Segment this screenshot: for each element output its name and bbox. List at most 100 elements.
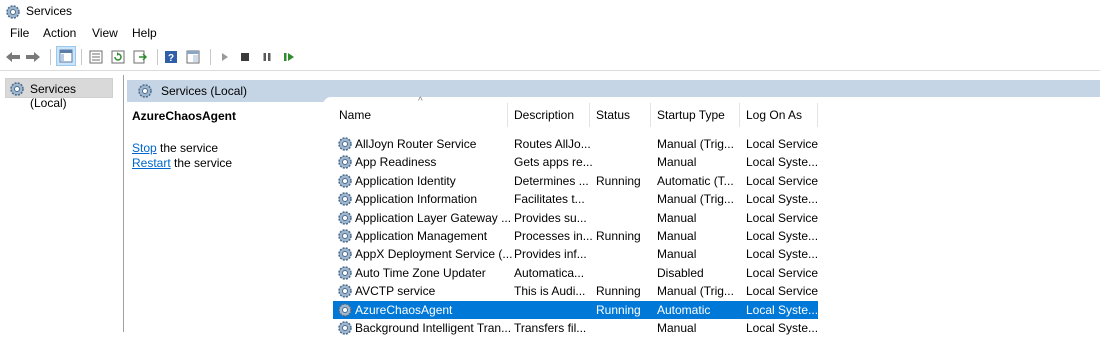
menu-bar: File Action View Help — [0, 24, 1100, 44]
service-description-cell: Facilitates t... — [514, 192, 585, 207]
service-logon-cell: Local Service — [746, 284, 818, 299]
service-description-cell: Provides inf... — [514, 247, 587, 262]
service-logon-cell: Local Syste... — [746, 192, 818, 207]
service-description-cell: This is Audi... — [514, 284, 586, 299]
toolbar-separator — [50, 49, 51, 65]
service-gear-icon — [337, 136, 353, 155]
service-startup-type-cell: Automatic (T... — [657, 173, 734, 188]
svg-text:?: ? — [168, 53, 174, 64]
stop-action: Stop the service — [132, 141, 218, 155]
service-row[interactable]: Background Intelligent Tran... Transfers … — [333, 319, 818, 337]
service-description-cell: Provides su... — [514, 210, 587, 225]
menu-file[interactable]: File — [10, 26, 29, 40]
service-description-cell: Determines ... — [514, 173, 589, 188]
service-logon-cell: Local Service — [746, 137, 818, 151]
service-description-cell: Automatica... — [514, 265, 585, 280]
service-status-cell: Running — [596, 229, 641, 243]
title-bar: Services — [0, 0, 1100, 24]
pause-service-icon[interactable] — [258, 48, 276, 66]
service-gear-icon — [337, 154, 353, 173]
service-startup-type-cell: Manual — [657, 247, 697, 262]
back-arrow-icon[interactable] — [4, 48, 22, 66]
service-startup-type-cell: Manual — [657, 229, 697, 243]
service-name-cell: Auto Time Zone Updater — [355, 265, 486, 280]
menu-help[interactable]: Help — [132, 26, 157, 40]
service-description-cell: Processes in... — [514, 229, 593, 243]
service-row[interactable]: AVCTP service This is Audi... Running Manua… — [333, 282, 818, 300]
service-startup-type-cell: Manual (Trig... — [657, 284, 734, 299]
service-gear-icon — [337, 210, 353, 229]
service-logon-cell: Local Syste... — [746, 229, 818, 243]
column-header-log-on-as[interactable]: Log On As — [740, 103, 818, 127]
service-logon-cell: Local Service — [746, 210, 818, 225]
service-startup-type-cell: Automatic — [657, 302, 711, 317]
service-name-cell: Application Information — [355, 192, 478, 207]
tree-node-label: Services (Local) — [30, 82, 77, 110]
window-title: Services — [26, 4, 73, 18]
service-startup-type-cell: Disabled — [657, 265, 704, 280]
service-status-cell: Running — [596, 284, 641, 299]
restart-service-icon[interactable] — [280, 48, 298, 66]
stop-action-text: the service — [156, 141, 219, 155]
service-row[interactable]: Application Layer Gateway ... Provides su… — [333, 209, 818, 227]
service-startup-type-cell: Manual (Trig... — [657, 137, 734, 151]
service-status-cell: Running — [596, 302, 641, 317]
service-logon-cell: Local Syste... — [746, 302, 818, 317]
service-name-cell: AzureChaosAgent — [355, 302, 453, 317]
properties-icon[interactable] — [87, 48, 105, 66]
service-gear-icon — [337, 191, 353, 210]
show-hide-tree-icon[interactable] — [56, 46, 76, 66]
service-name-cell: App Readiness — [355, 155, 437, 170]
service-name-cell: Application Management — [355, 229, 488, 243]
column-header-startup-type[interactable]: Startup Type — [651, 103, 740, 127]
service-startup-type-cell: Manual — [657, 321, 697, 335]
restart-service-link[interactable]: Restart — [132, 156, 171, 170]
stop-service-link[interactable]: Stop — [132, 141, 157, 155]
console-view-icon[interactable] — [184, 48, 202, 66]
service-gear-icon — [337, 246, 353, 265]
service-gear-icon — [337, 283, 353, 302]
start-service-icon[interactable] — [216, 48, 234, 66]
service-row[interactable]: AppX Deployment Service (... Provides inf… — [333, 245, 818, 263]
toolbar-separator — [81, 49, 82, 65]
service-logon-cell: Local Syste... — [746, 155, 818, 170]
service-row[interactable]: AllJoyn Router Service Routes AllJo... Man… — [333, 135, 818, 153]
column-header-name[interactable]: Name — [333, 103, 508, 127]
service-name-cell: AppX Deployment Service (... — [355, 247, 513, 262]
services-gear-icon — [9, 81, 25, 100]
export-list-icon[interactable] — [131, 48, 149, 66]
service-row[interactable]: Application Identity Determines ... Runnin… — [333, 172, 818, 190]
tree-node-services-local[interactable]: Services (Local) — [5, 78, 113, 110]
services-gear-icon — [137, 83, 153, 102]
menu-action[interactable]: Action — [43, 26, 76, 40]
service-logon-cell: Local Service — [746, 173, 818, 188]
service-description-cell: Transfers fil... — [514, 321, 587, 335]
service-logon-cell: Local Syste... — [746, 247, 818, 262]
service-row[interactable]: Application Information Facilitates t... M… — [333, 190, 818, 208]
stop-service-icon[interactable] — [236, 48, 254, 66]
column-header-description[interactable]: Description — [508, 103, 590, 127]
service-gear-icon — [337, 320, 353, 339]
content-header-label: Services (Local) — [161, 84, 248, 98]
service-row[interactable]: AzureChaosAgent Running Automatic Local Sys… — [333, 300, 818, 321]
service-gear-icon — [337, 265, 353, 284]
refresh-icon[interactable] — [109, 48, 127, 66]
service-gear-icon — [337, 302, 353, 321]
service-name-cell: AllJoyn Router Service — [355, 137, 477, 151]
service-gear-icon — [337, 173, 353, 192]
service-status-cell: Running — [596, 173, 641, 188]
menu-view[interactable]: View — [92, 26, 118, 40]
service-name-cell: Background Intelligent Tran... — [355, 321, 512, 335]
toolbar-separator — [157, 49, 158, 65]
service-logon-cell: Local Syste... — [746, 321, 818, 335]
help-icon[interactable]: ? — [162, 48, 180, 66]
service-name-cell: Application Identity — [355, 173, 456, 188]
restart-action-text: the service — [170, 156, 233, 170]
service-row[interactable]: Auto Time Zone Updater Automatica... Disab… — [333, 264, 818, 282]
toolbar-separator — [210, 49, 211, 65]
column-header-status[interactable]: Status — [590, 103, 651, 127]
forward-arrow-icon[interactable] — [24, 48, 42, 66]
service-row[interactable]: Application Management Processes in... Run… — [333, 227, 818, 245]
services-gear-icon — [5, 4, 21, 20]
service-row[interactable]: App Readiness Gets apps re... Manual Local … — [333, 153, 818, 171]
